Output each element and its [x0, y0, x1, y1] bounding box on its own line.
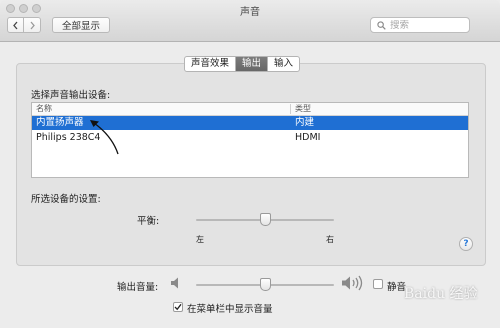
output-device-heading: 选择声音输出设备:	[31, 90, 111, 101]
search-icon	[377, 20, 386, 30]
mute-checkbox[interactable]	[373, 279, 383, 289]
tab-bar: 声音效果 输出 输入	[184, 56, 301, 72]
back-button[interactable]	[7, 17, 24, 33]
tab-sound-effects[interactable]: 声音效果	[185, 57, 237, 71]
window-title: 声音	[240, 7, 260, 18]
help-button[interactable]: ?	[459, 237, 473, 251]
title-bar: 声音 全部显示	[0, 0, 500, 42]
speaker-high-icon	[342, 275, 363, 291]
show-all-button[interactable]: 全部显示	[52, 17, 110, 33]
pointer-arrow-annotation	[90, 120, 119, 155]
tab-input[interactable]: 输入	[268, 57, 299, 71]
tab-output[interactable]: 输出	[236, 57, 269, 71]
chevron-right-icon	[30, 21, 35, 29]
search-field[interactable]	[370, 17, 470, 33]
checkmark-icon	[174, 303, 182, 311]
device-type: 内建	[295, 117, 315, 128]
device-type: HDMI	[295, 132, 321, 143]
show-volume-in-menubar-label: 在菜单栏中显示音量	[187, 304, 273, 315]
balance-right-label: 右	[326, 235, 334, 244]
baidu-jingyan-watermark: Baidu 经验	[404, 286, 478, 302]
sound-preferences-window: 声音 全部显示 声音效果 输出 输入 选择声音输出设备: 名称 类型 内置扬	[0, 0, 500, 328]
balance-slider-knob[interactable]	[259, 213, 271, 226]
speaker-low-icon	[171, 277, 178, 289]
chevron-left-icon	[13, 21, 18, 29]
device-name: 内置扬声器	[36, 117, 84, 128]
balance-left-label: 左	[196, 235, 204, 244]
search-input[interactable]	[390, 19, 465, 31]
volume-slider-knob[interactable]	[259, 278, 271, 291]
selected-device-settings-heading: 所选设备的设置:	[31, 194, 101, 205]
forward-button[interactable]	[24, 17, 41, 33]
column-header-type[interactable]: 类型	[295, 103, 311, 115]
column-header-name[interactable]: 名称	[36, 103, 52, 115]
balance-label: 平衡:	[137, 216, 160, 227]
output-volume-label: 输出音量:	[117, 282, 159, 293]
show-volume-in-menubar-checkbox[interactable]	[173, 302, 183, 312]
column-divider	[290, 104, 291, 114]
